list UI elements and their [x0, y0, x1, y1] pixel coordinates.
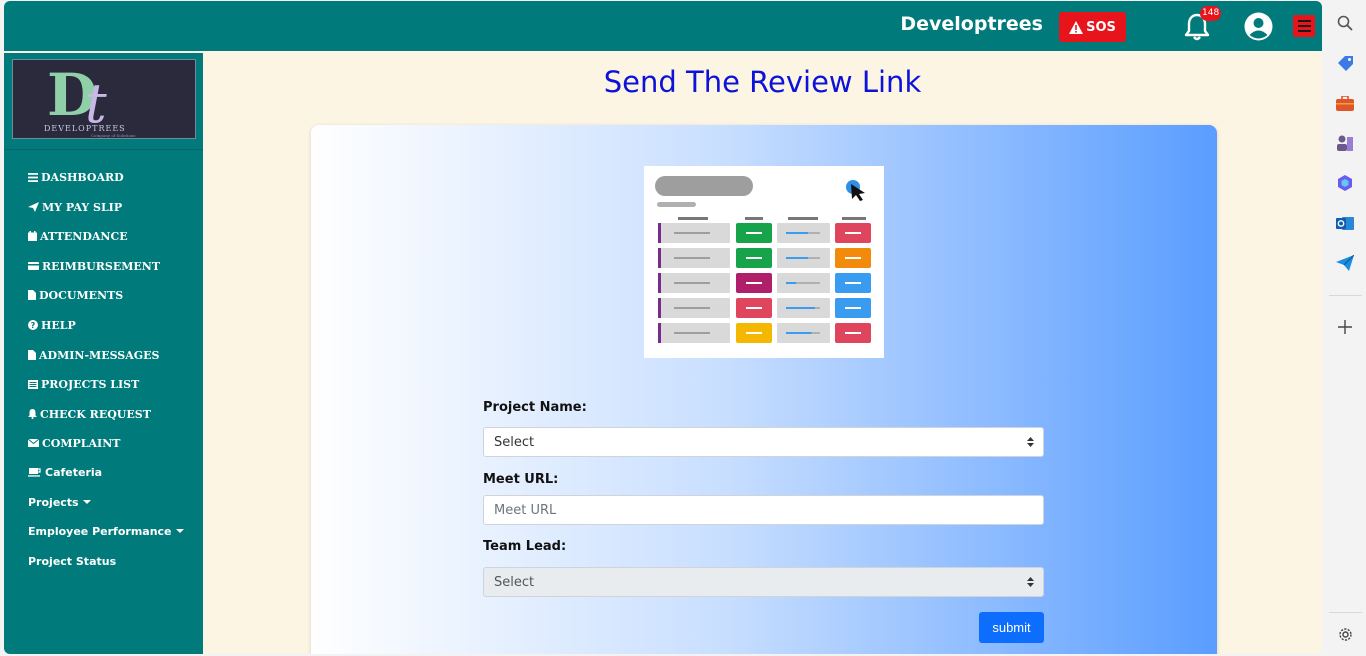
sidebar-item-label: Project Status [28, 554, 117, 568]
file-icon [28, 290, 36, 300]
sos-button[interactable]: SOS [1059, 12, 1126, 42]
sidebar-item-complaint[interactable]: COMPLAINT [28, 433, 120, 453]
caret-down-icon [82, 500, 91, 504]
sidebar-item-label: ADMIN-MESSAGES [39, 348, 160, 362]
browser-side-rail [1325, 0, 1366, 656]
meet-url-input[interactable] [494, 502, 1033, 518]
sidebar-item-project-status[interactable]: Project Status [28, 551, 116, 571]
review-link-form-card: Project Name: Select Meet URL: Team Lead… [311, 125, 1217, 654]
chess-icon[interactable] [1335, 133, 1355, 153]
page-title: Send The Review Link [603, 65, 922, 99]
notification-badge: 148 [1200, 6, 1222, 21]
sidebar-item-attendance[interactable]: ATTENDANCE [28, 226, 128, 246]
team-lead-select[interactable]: Select [483, 567, 1044, 597]
sidebar-item-help[interactable]: ? HELP [28, 315, 76, 335]
bell-icon [28, 409, 37, 419]
meet-url-label: Meet URL: [483, 472, 559, 487]
sidebar-item-label: DOCUMENTS [39, 288, 124, 302]
team-lead-selected-value: Select [494, 574, 535, 590]
warning-icon [1069, 20, 1084, 34]
sidebar-item-label: PROJECTS LIST [41, 377, 140, 391]
company-logo: D t DEVELOPTREES Company of Solutions [12, 59, 196, 139]
user-account-icon[interactable] [1244, 12, 1273, 41]
project-name-select[interactable]: Select [483, 427, 1044, 457]
sidebar-item-label: COMPLAINT [42, 436, 121, 450]
browser-window: Developtrees SOS 148 D t DEVELOPTREES Co… [4, 1, 1322, 654]
sidebar-item-label: Employee Performance [28, 524, 172, 538]
sidebar-item-cafeteria[interactable]: Cafeteria [28, 462, 102, 482]
submit-button[interactable]: submit [979, 612, 1044, 643]
team-lead-label: Team Lead: [483, 539, 567, 554]
file-icon [28, 350, 36, 360]
top-bar: Developtrees SOS 148 [4, 1, 1322, 51]
list-icon [28, 379, 38, 389]
meet-url-field[interactable] [483, 495, 1044, 525]
rail-divider [1329, 295, 1362, 296]
sidebar-item-label: ATTENDANCE [40, 229, 128, 243]
dashboard-illustration [644, 166, 884, 358]
coffee-icon [28, 468, 41, 477]
sidebar-item-projects[interactable]: Projects [28, 492, 91, 512]
sidebar: D t DEVELOPTREES Company of Solutions DA… [4, 53, 203, 654]
project-name-selected-value: Select [494, 434, 535, 450]
tag-icon[interactable] [1335, 53, 1355, 73]
sidebar-item-projects-list[interactable]: PROJECTS LIST [28, 374, 139, 394]
sidebar-item-reimbursement[interactable]: REIMBURSEMENT [28, 256, 160, 276]
svg-text:?: ? [31, 321, 36, 330]
rail-divider [1329, 612, 1362, 613]
sidebar-item-label: REIMBURSEMENT [42, 259, 161, 273]
send-icon[interactable] [1335, 253, 1355, 273]
outlook-icon[interactable] [1335, 213, 1355, 233]
sidebar-item-label: CHECK REQUEST [40, 407, 151, 421]
sidebar-item-label: Cafeteria [45, 465, 103, 479]
sos-label: SOS [1086, 19, 1116, 35]
project-name-label: Project Name: [483, 400, 587, 415]
sidebar-item-check-request[interactable]: CHECK REQUEST [28, 404, 151, 424]
hamburger-menu-button[interactable] [1293, 15, 1315, 37]
select-arrows-icon [1027, 437, 1034, 447]
svg-text:DEVELOPTREES: DEVELOPTREES [44, 124, 126, 133]
settings-icon[interactable] [1335, 624, 1355, 644]
sidebar-divider [4, 149, 203, 150]
sidebar-item-admin-messages[interactable]: ADMIN-MESSAGES [28, 345, 159, 365]
sidebar-item-dashboard[interactable]: DASHBOARD [28, 167, 124, 187]
svg-text:Company of Solutions: Company of Solutions [91, 133, 135, 138]
briefcase-icon[interactable] [1335, 93, 1355, 113]
brand-name: Developtrees [900, 13, 1043, 35]
credit-card-icon [28, 262, 39, 270]
envelope-icon [28, 439, 39, 447]
plus-icon[interactable] [1335, 317, 1355, 337]
sidebar-item-employee-performance[interactable]: Employee Performance [28, 521, 184, 541]
sidebar-item-label: MY PAY SLIP [42, 200, 123, 214]
question-circle-icon: ? [28, 320, 38, 330]
bars-icon [28, 172, 38, 182]
sidebar-item-label: DASHBOARD [41, 170, 124, 184]
search-icon[interactable] [1335, 13, 1355, 33]
sidebar-item-label: HELP [41, 318, 76, 332]
calendar-icon [28, 231, 37, 241]
app-root: Developtrees SOS 148 D t DEVELOPTREES Co… [0, 0, 1366, 656]
paper-plane-icon [28, 202, 39, 212]
caret-down-icon [175, 529, 184, 533]
sidebar-item-documents[interactable]: DOCUMENTS [28, 285, 123, 305]
sidebar-item-label: Projects [28, 495, 79, 509]
select-arrows-icon [1027, 577, 1034, 587]
sidebar-item-my-pay-slip[interactable]: MY PAY SLIP [28, 197, 122, 217]
copilot-icon[interactable] [1335, 173, 1355, 193]
